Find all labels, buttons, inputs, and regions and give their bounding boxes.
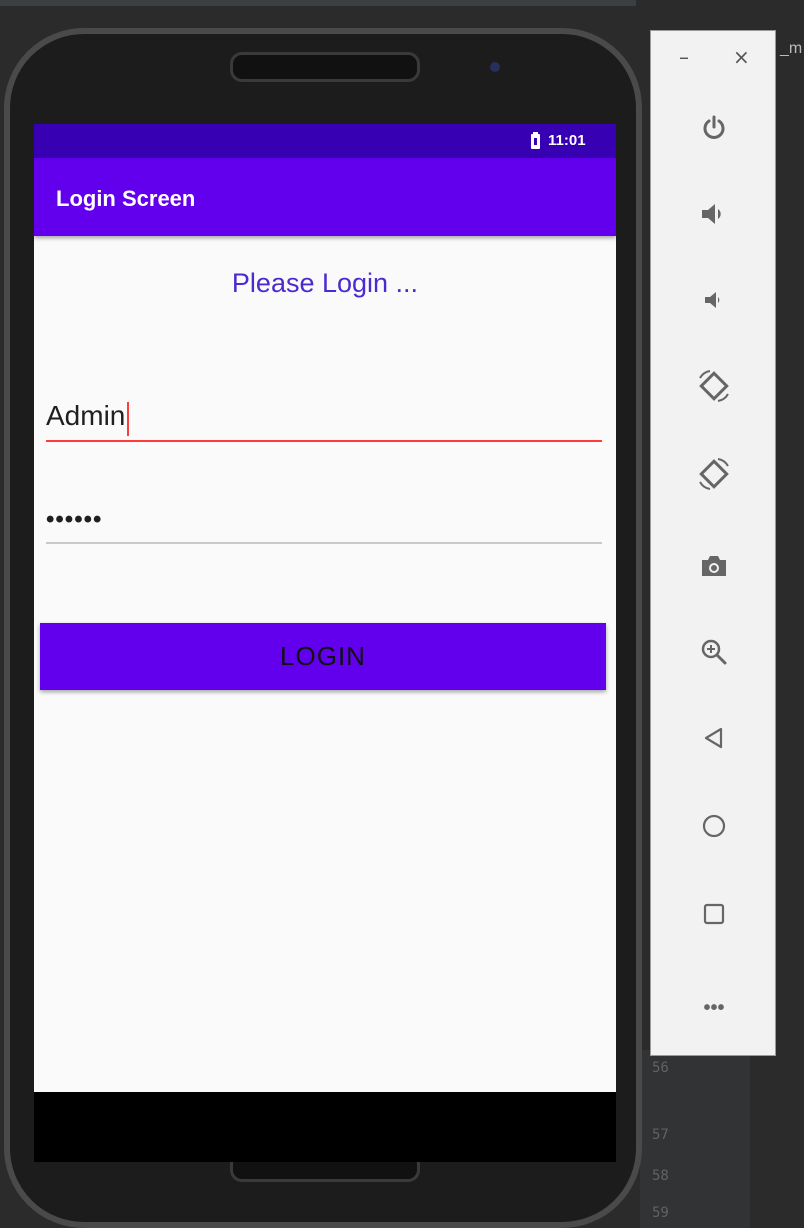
rotate-right-icon [699, 458, 729, 490]
front-camera [490, 62, 500, 72]
text-cursor [127, 402, 130, 436]
volume-up-icon [702, 204, 721, 224]
status-bar: 11:01 [34, 124, 616, 158]
back-button[interactable] [689, 713, 739, 763]
ide-line-number: 57 [652, 1127, 669, 1143]
rotate-left-icon [699, 370, 729, 402]
app-bar: Login Screen [34, 158, 616, 236]
password-input[interactable]: •••••• [46, 506, 102, 534]
zoom-button[interactable] [689, 627, 739, 677]
username-field[interactable]: Admin [46, 392, 602, 442]
back-icon [704, 727, 723, 749]
password-field[interactable]: •••••• [46, 494, 602, 544]
battery-charging-icon [531, 132, 540, 149]
close-button[interactable]: × [733, 45, 750, 69]
username-input[interactable]: Admin [46, 400, 130, 436]
status-time: 11:01 [548, 132, 586, 149]
rotate-right-button[interactable] [689, 449, 739, 499]
emulator-toolbar: – × ••• [650, 30, 776, 1056]
device-screen: 11:01 Login Screen Please Login ... Admi… [34, 124, 616, 1092]
volume-down-icon [705, 292, 720, 308]
home-button[interactable] [689, 801, 739, 851]
overview-icon [703, 903, 725, 925]
login-heading: Please Login ... [231, 268, 419, 298]
power-button[interactable] [689, 103, 739, 153]
ide-line-number: 58 [652, 1168, 669, 1184]
app-title: Login Screen [56, 186, 196, 211]
username-value: Admin [46, 400, 126, 431]
camera-icon [702, 556, 726, 576]
volume-up-button[interactable] [689, 189, 739, 239]
earpiece-speaker [230, 52, 420, 82]
overview-button[interactable] [689, 889, 739, 939]
rotate-left-button[interactable] [689, 361, 739, 411]
screenshot-button[interactable] [689, 541, 739, 591]
navigation-bar-area [34, 1092, 616, 1162]
zoom-icon [701, 639, 727, 665]
power-icon [703, 115, 725, 139]
ide-line-number: 59 [652, 1205, 669, 1221]
minimize-button[interactable]: – [679, 45, 689, 69]
ide-line-number: 56 [652, 1060, 669, 1076]
ide-tab-text: _m [780, 40, 803, 57]
login-button[interactable]: LOGIN [40, 623, 606, 690]
more-button[interactable]: ••• [689, 983, 739, 1033]
volume-down-button[interactable] [689, 275, 739, 325]
home-icon [702, 814, 726, 838]
